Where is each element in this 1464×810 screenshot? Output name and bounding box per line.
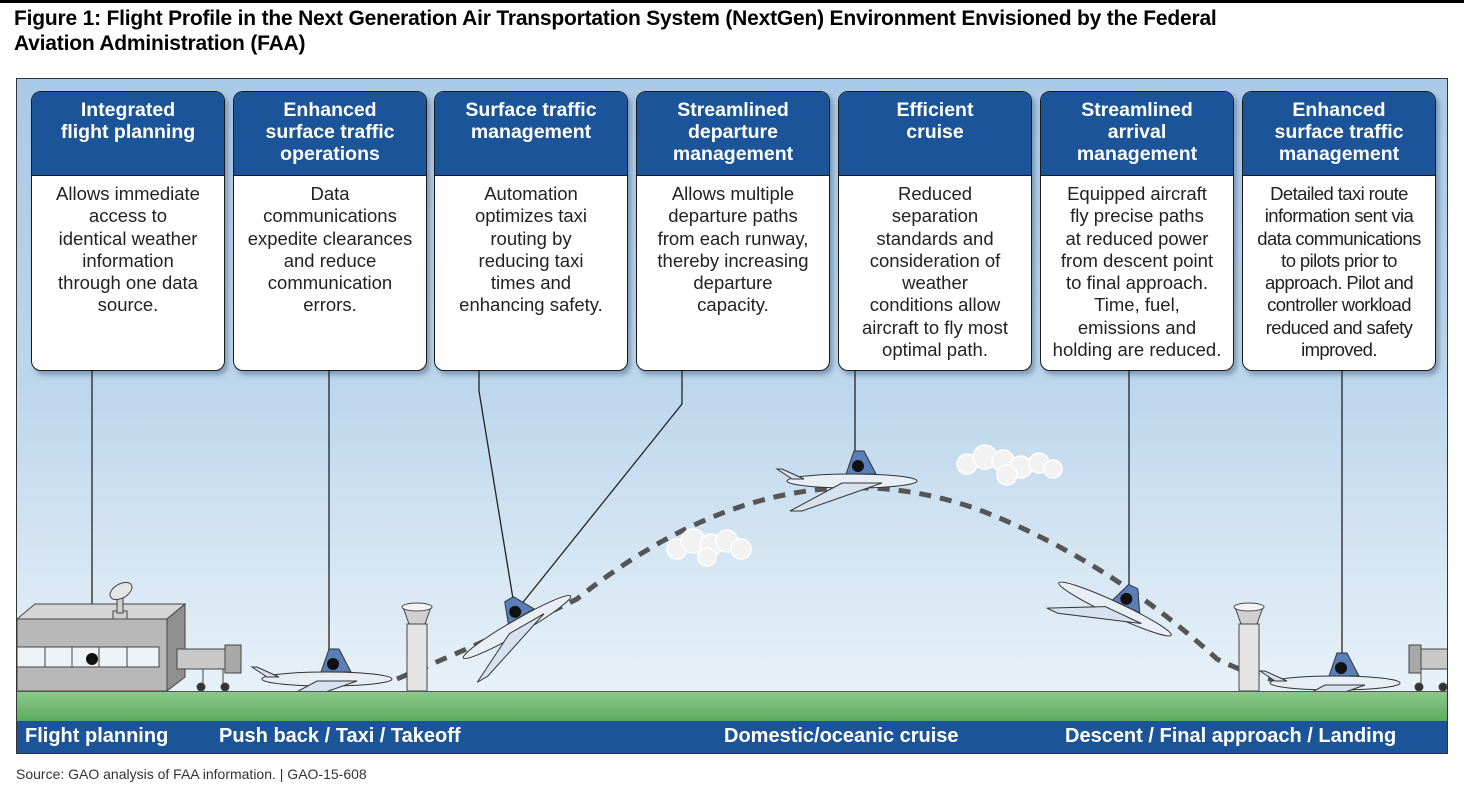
card-description: Detailed taxi route information sent via d…: [1257, 183, 1421, 361]
source-note: Source: GAO analysis of FAA information.…: [16, 766, 367, 782]
card-title: Streamlined arrival management: [1041, 92, 1233, 176]
terminal-building-icon: [17, 602, 187, 693]
card-title: Integrated flight planning: [32, 92, 224, 176]
card-title: Surface traffic management: [435, 92, 627, 176]
card-description: Allows immediate access to identical weath…: [56, 183, 200, 316]
figure-title-line1: Figure 1: Flight Profile in the Next Gen…: [14, 7, 1217, 30]
card-title: Enhanced surface traffic operations: [234, 92, 426, 176]
phase-flight-planning: Flight planning: [25, 725, 169, 747]
card-surface-traffic-management: Surface traffic management Automation opti…: [434, 91, 628, 371]
phase-cruise: Domestic/oceanic cruise: [724, 725, 959, 747]
card-description: Reduced separation standards and considerat…: [862, 183, 1008, 361]
card-enhanced-surface-traffic-management: Enhanced surface traffic management Detail…: [1242, 91, 1436, 371]
figure-title: Figure 1: Flight Profile in the Next Gen…: [14, 6, 1454, 56]
top-rule: [0, 0, 1464, 3]
card-enhanced-surface-traffic-operations: Enhanced surface traffic operations Data co…: [233, 91, 427, 371]
card-streamlined-arrival-management: Streamlined arrival management Equipped ai…: [1040, 91, 1234, 371]
card-integrated-flight-planning: Integrated flight planning Allows immedia…: [31, 91, 225, 371]
jet-bridge-icon: [176, 644, 242, 692]
card-streamlined-departure-management: Streamlined departure management Allows mu…: [636, 91, 830, 371]
card-title: Streamlined departure management: [637, 92, 829, 176]
airplane-icon: [775, 450, 918, 512]
card-title: Efficient cruise: [839, 92, 1031, 176]
airplane-icon: [1046, 581, 1172, 637]
card-description: Data communications expedite clearances and…: [247, 183, 413, 316]
control-tower-icon: [401, 602, 433, 692]
phase-bar: Flight planning Push back / Taxi / Takeo…: [17, 721, 1447, 753]
phase-descent-landing: Descent / Final approach / Landing: [1065, 725, 1397, 747]
airplane-icon: [462, 594, 572, 683]
card-efficient-cruise: Efficient cruise Reduced separation standar…: [838, 91, 1032, 371]
leader-line: [515, 369, 683, 612]
flight-profile-panel: Integrated flight planning Allows immedia…: [16, 78, 1448, 754]
control-tower-icon: [1233, 602, 1265, 692]
ground: [17, 691, 1447, 724]
figure-title-line2: Aviation Administration (FAA): [14, 32, 306, 55]
card-description: Equipped aircraft fly precise paths at red…: [1052, 183, 1222, 361]
card-description: Automation optimizes taxi routing by reduci…: [459, 183, 603, 316]
card-title: Enhanced surface traffic management: [1243, 92, 1435, 176]
jet-bridge-icon: [1408, 644, 1447, 692]
card-description: Allows multiple departure paths from each …: [657, 183, 809, 316]
flight-path: [396, 485, 1298, 687]
cloud-icon: [956, 444, 1063, 486]
phase-pushback-taxi-takeoff: Push back / Taxi / Takeoff: [219, 725, 461, 747]
leader-line: [478, 369, 516, 612]
